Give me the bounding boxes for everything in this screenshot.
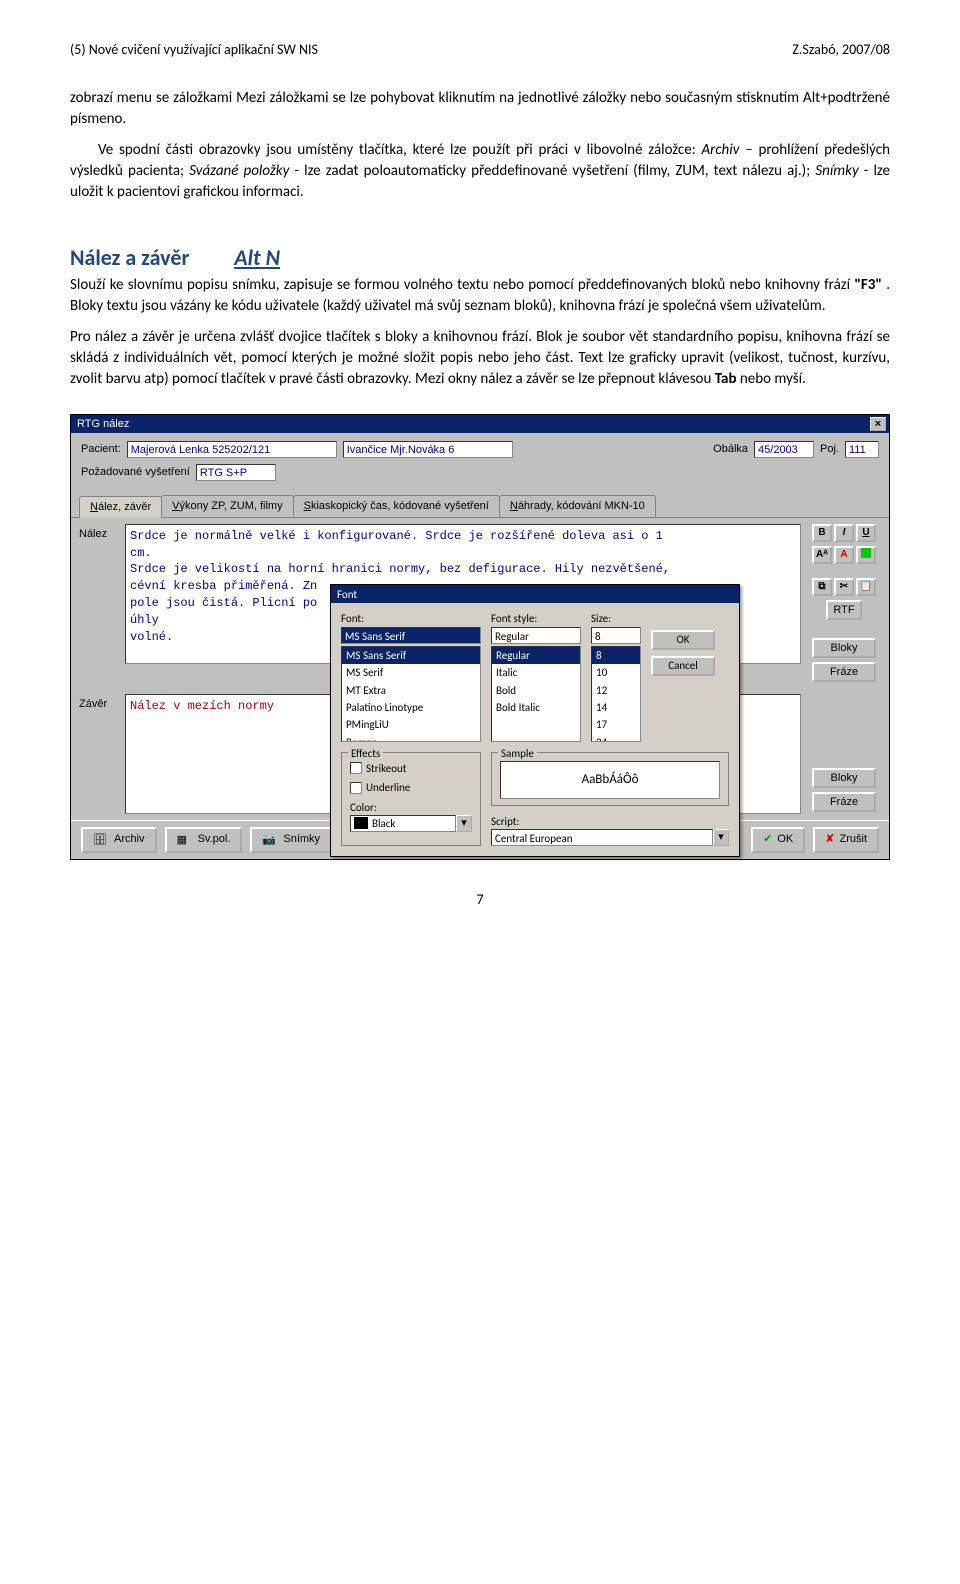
italic-button[interactable]: I [834, 524, 854, 542]
effects-group: Effects Strikeout Underline Color: Black… [341, 752, 481, 846]
font-size-label: Size: [591, 611, 641, 626]
section-heading: Nález a závěr Alt N [70, 243, 890, 274]
bloky-button[interactable]: Bloky [812, 638, 876, 658]
font-size-listbox[interactable]: 8 10 12 14 17 24 [591, 646, 641, 742]
patient-label: Pacient: [81, 442, 121, 457]
window-title: RTG nález [77, 417, 129, 432]
camera-icon: 📷 [262, 833, 278, 847]
script-combo[interactable]: Central European ▾ [491, 829, 729, 846]
zaver-toolbar: Bloky Fráze [807, 694, 881, 812]
script-label: Script: [491, 815, 519, 828]
paste-icon[interactable]: 📋 [856, 578, 876, 596]
font-style-listbox[interactable]: Regular Italic Bold Bold Italic [491, 646, 581, 742]
strikeout-checkbox[interactable]: Strikeout [350, 761, 472, 776]
window-titlebar: RTG nález × [71, 415, 889, 433]
poj-label: Poj. [820, 442, 839, 457]
tab-nalez-zaver[interactable]: Nález, závěr [79, 496, 162, 517]
font-ok-button[interactable]: OK [651, 630, 715, 650]
font-size-input[interactable]: 8 [591, 627, 641, 644]
font-color-button[interactable]: A [834, 546, 854, 564]
archiv-button[interactable]: 🗄 Archiv [81, 827, 157, 853]
underline-button[interactable]: U [856, 524, 876, 542]
font-cancel-button[interactable]: Cancel [651, 656, 715, 676]
font-listbox[interactable]: MS Sans Serif MS Serif MT Extra Palatino… [341, 646, 481, 742]
poj-input[interactable]: 111 [845, 441, 879, 458]
font-dialog-titlebar: Font [331, 585, 739, 603]
paragraph-2: Ve spodní části obrazovky jsou umístěny … [70, 140, 890, 203]
screenshot-wrapper: RTG nález × Pacient: Majerová Lenka 5252… [70, 414, 890, 859]
cancel-button[interactable]: ✘ Zrušit [813, 827, 879, 853]
rtf-button[interactable]: RTF [826, 600, 862, 620]
tab-nahrady[interactable]: Náhrady, kódování MKN-10 [499, 495, 656, 516]
zaver-fraze-button[interactable]: Fráze [812, 792, 876, 812]
obalka-input[interactable]: 45/2003 [754, 441, 814, 458]
font-input[interactable]: MS Sans Serif [341, 627, 481, 644]
archive-icon: 🗄 [93, 833, 109, 847]
patient-fields: Pacient: Majerová Lenka 525202/121 Ivanč… [71, 433, 889, 489]
font-style-input[interactable]: Regular [491, 627, 581, 644]
ok-button[interactable]: ✔ OK [751, 827, 805, 853]
sample-group: Sample AaBbÁáÔô [491, 752, 729, 806]
obalka-label: Obálka [713, 442, 748, 457]
font-style-label: Font style: [491, 611, 581, 626]
pozadovane-label: Požadované vyšetření [81, 465, 190, 480]
svpol-button[interactable]: ▦ Sv.pol. [165, 827, 243, 853]
paragraph-4: Pro nález a závěr je určena zvlášť dvoji… [70, 327, 890, 390]
color-label: Color: [350, 801, 377, 814]
close-icon[interactable]: × [870, 417, 886, 431]
font-size-button[interactable]: Aᴬ [812, 546, 832, 564]
header-right: Z.Szabó, 2007/08 [792, 40, 890, 60]
zaver-bloky-button[interactable]: Bloky [812, 768, 876, 788]
linked-items-icon: ▦ [177, 833, 193, 847]
copy-icon[interactable]: ⧉ [812, 578, 832, 596]
address-input[interactable]: Ivančice Mjr.Nováka 6 [343, 441, 513, 458]
nalez-label: Nález [79, 524, 119, 542]
tabs-row: Nález, závěr Výkony ZP, ZUM, filmy Skias… [71, 489, 889, 517]
cross-icon: ✘ [825, 832, 834, 847]
font-dialog: Font Font: MS Sans Serif MS Sans Serif M… [330, 584, 740, 857]
format-toolbar: B I U Aᴬ A ⧉ ✂ 📋 RTF Bloky Fráze [807, 524, 881, 682]
page-number: 7 [70, 890, 890, 910]
chevron-down-icon[interactable]: ▾ [456, 815, 472, 832]
sample-title: Sample [498, 746, 537, 761]
effects-title: Effects [348, 746, 383, 761]
page-header: (5) Nové cvičení využívající aplikační S… [70, 40, 890, 60]
underline-checkbox[interactable]: Underline [350, 780, 472, 795]
paragraph-1: zobrazí menu se záložkami Mezi záložkami… [70, 88, 890, 130]
tab-skiaskopicky[interactable]: Skiaskopický čas, kódované vyšetření [293, 495, 500, 516]
chevron-down-icon[interactable]: ▾ [713, 829, 729, 846]
font-label: Font: [341, 611, 481, 626]
cut-icon[interactable]: ✂ [834, 578, 854, 596]
section-hotkey: Alt N [234, 244, 280, 271]
sample-text: AaBbÁáÔô [500, 761, 720, 799]
fraze-button[interactable]: Fráze [812, 662, 876, 682]
zaver-label: Závěr [79, 694, 119, 712]
paragraph-3: Slouží ke slovnímu popisu snímku, zapisu… [70, 275, 890, 317]
tab-vykony[interactable]: Výkony ZP, ZUM, filmy [161, 495, 293, 516]
color-combo[interactable]: Black ▾ [350, 815, 472, 832]
snimky-button[interactable]: 📷 Snímky [250, 827, 332, 853]
patient-input[interactable]: Majerová Lenka 525202/121 [127, 441, 337, 458]
bold-button[interactable]: B [812, 524, 832, 542]
header-left: (5) Nové cvičení využívající aplikační S… [70, 40, 318, 60]
section-title: Nález a závěr [70, 244, 189, 271]
font-dialog-title: Font [337, 587, 357, 602]
pozadovane-input[interactable]: RTG S+P [196, 464, 276, 481]
color-swatch-icon [354, 817, 368, 829]
highlight-button[interactable] [856, 546, 876, 564]
check-icon: ✔ [763, 832, 772, 847]
